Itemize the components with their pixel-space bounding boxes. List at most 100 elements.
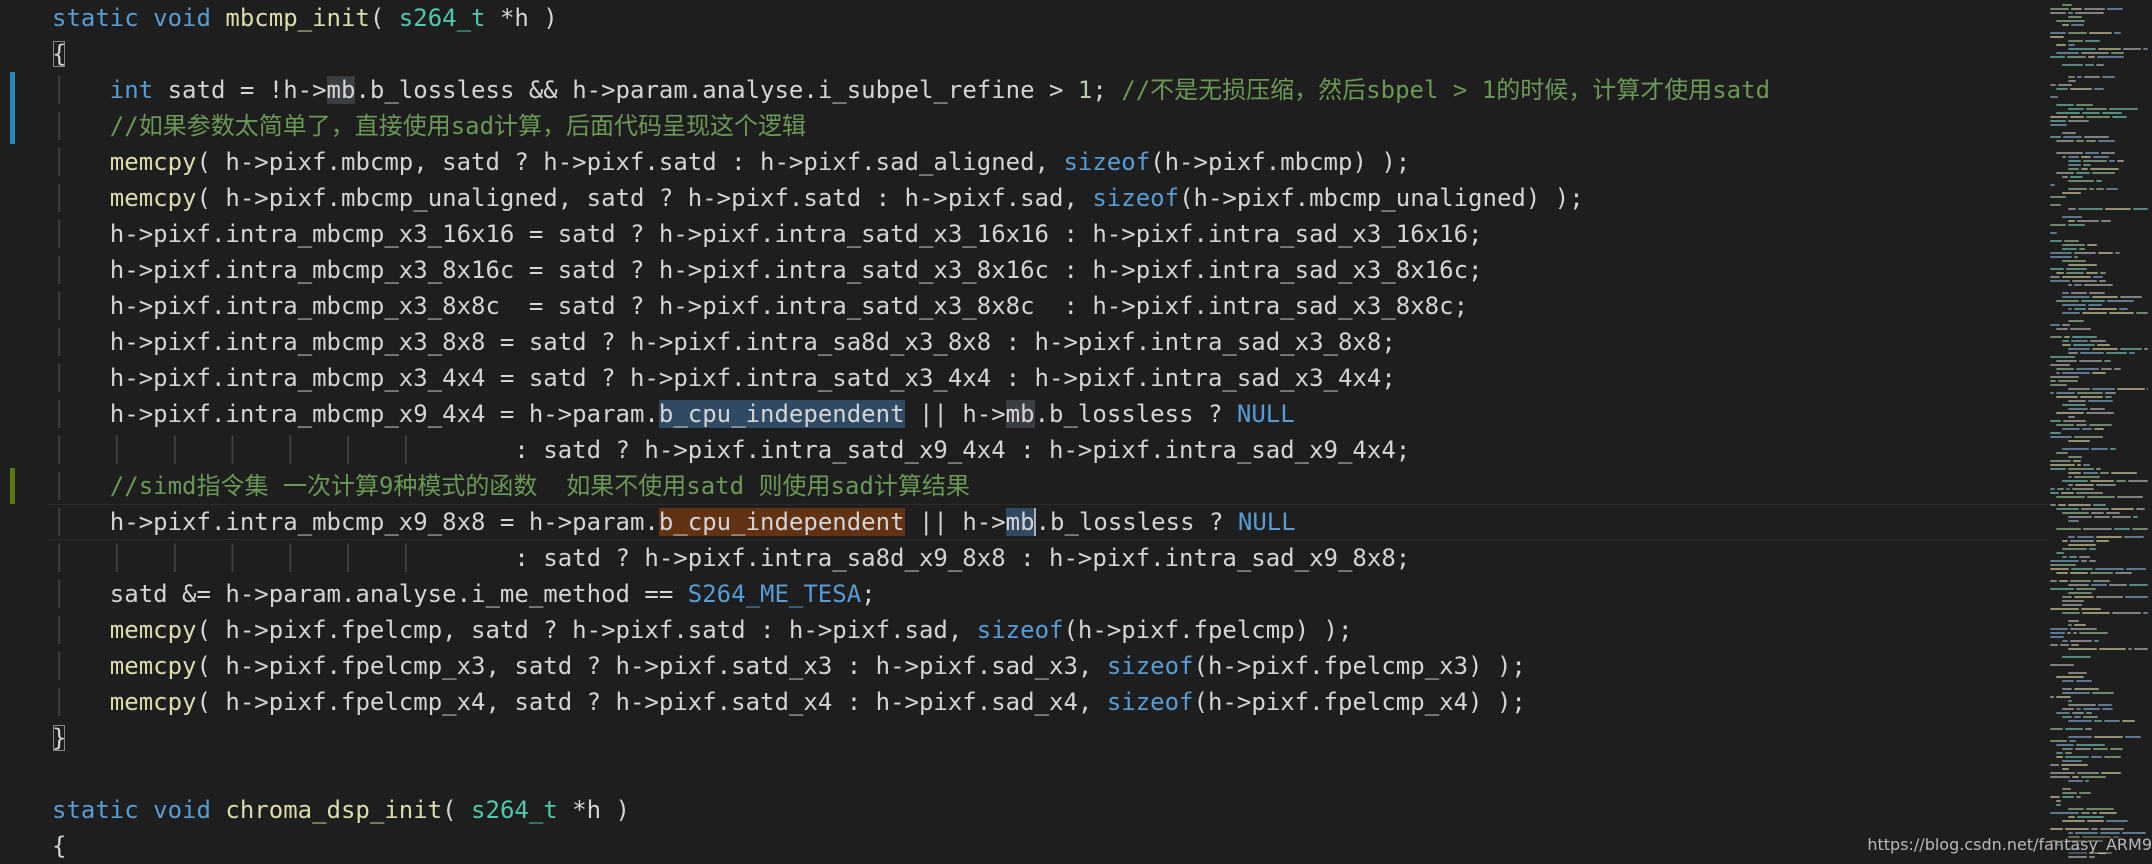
minimap-line <box>2050 124 2067 126</box>
minimap-line <box>2087 820 2104 822</box>
minimap-line <box>2071 644 2079 646</box>
minimap-line <box>2081 156 2091 158</box>
minimap-line <box>2050 36 2064 38</box>
function-name: chroma_dsp_init <box>225 796 443 824</box>
code-line[interactable]: │ │ │ │ │ │ │ : satd ? h->pixf.intra_sa8… <box>52 540 2048 576</box>
code-line[interactable]: │ h->pixf.intra_mbcmp_x3_8x16c = satd ? … <box>52 252 2048 288</box>
minimap-line <box>2072 280 2097 282</box>
keyword: sizeof <box>1092 184 1180 212</box>
minimap-line <box>2068 624 2072 626</box>
minimap-line <box>2079 556 2090 558</box>
code-line[interactable]: │ │ │ │ │ │ │ : satd ? h->pixf.intra_sat… <box>52 432 2048 468</box>
minimap-line <box>2062 260 2086 262</box>
minimap-line <box>2067 56 2086 58</box>
minimap-line <box>2109 108 2138 110</box>
minimap-line <box>2068 504 2091 506</box>
code-line[interactable]: │ satd &= h->param.analyse.i_me_method =… <box>52 576 2048 612</box>
code-line[interactable]: │ h->pixf.intra_mbcmp_x3_8x8c = satd ? h… <box>52 288 2048 324</box>
minimap-line <box>2075 832 2098 834</box>
minimap-line <box>2062 796 2074 798</box>
minimap-line <box>2050 828 2063 830</box>
minimap-line <box>2068 80 2076 82</box>
minimap-line <box>2144 348 2148 350</box>
minimap-line <box>2068 484 2073 486</box>
minimap-line <box>2094 736 2123 738</box>
code-line[interactable]: │ memcpy( h->pixf.fpelcmp, satd ? h->pix… <box>52 612 2048 648</box>
minimap-line <box>2050 488 2055 490</box>
code-line[interactable]: { <box>52 36 2048 72</box>
minimap-line <box>2109 584 2127 586</box>
minimap-line <box>2098 48 2121 50</box>
minimap-line <box>2104 756 2121 758</box>
minimap-line <box>2050 356 2075 358</box>
minimap-line <box>2086 272 2098 274</box>
minimap-line <box>2076 680 2092 682</box>
minimap-line <box>2077 220 2099 222</box>
code-line[interactable]: { <box>52 828 2048 864</box>
minimap-line <box>2133 516 2138 518</box>
code-line[interactable]: │ h->pixf.intra_mbcmp_x3_8x8 = satd ? h-… <box>52 324 2048 360</box>
code-text: || h-> <box>904 508 1006 536</box>
minimap-line <box>2062 296 2090 298</box>
code-line[interactable]: │ //simd指令集 一次计算9种模式的函数 如果不使用satd 则使用sad… <box>52 468 2048 504</box>
minimap-line <box>2073 460 2081 462</box>
type-name: s264_t <box>471 796 558 824</box>
word-highlight: mb <box>1005 400 1035 428</box>
minimap-line <box>2083 464 2090 466</box>
minimap-line <box>2050 336 2062 338</box>
minimap-line <box>2106 188 2118 190</box>
minimap-line <box>2091 828 2098 830</box>
minimap-line <box>2050 116 2068 118</box>
minimap-line <box>2059 580 2068 582</box>
minimap-line <box>2062 304 2086 306</box>
minimap-line <box>2076 424 2087 426</box>
minimap-line <box>2074 476 2100 478</box>
code-line-empty[interactable] <box>52 756 2048 792</box>
minimap-line <box>2068 168 2079 170</box>
minimap-line <box>2080 396 2103 398</box>
code-line[interactable]: │ h->pixf.intra_mbcmp_x3_4x4 = satd ? h-… <box>52 360 2048 396</box>
minimap-line <box>2094 516 2110 518</box>
code-line[interactable]: } <box>52 720 2048 756</box>
code-line[interactable]: │ memcpy( h->pixf.mbcmp_unaligned, satd … <box>52 180 2048 216</box>
minimap-line <box>2056 572 2068 574</box>
minimap-line <box>2088 400 2113 402</box>
minimap-line <box>2079 632 2108 634</box>
function-name: memcpy <box>109 616 197 644</box>
minimap-line <box>2068 536 2075 538</box>
code-line[interactable]: │ memcpy( h->pixf.fpelcmp_x4, satd ? h->… <box>52 684 2048 720</box>
minimap-line <box>2091 512 2104 514</box>
cursor-word: mb <box>1005 508 1035 536</box>
minimap-line <box>2050 460 2071 462</box>
minimap-line <box>2094 88 2104 90</box>
code-editor[interactable]: static void mbcmp_init( s264_t *h ) { │ … <box>0 0 2048 864</box>
minimap-line <box>2050 504 2056 506</box>
minimap-line <box>2116 480 2126 482</box>
code-line[interactable]: │ memcpy( h->pixf.fpelcmp_x3, satd ? h->… <box>52 648 2048 684</box>
minimap-line <box>2063 136 2082 138</box>
minimap-line <box>2128 480 2148 482</box>
current-code-line[interactable]: │ h->pixf.intra_mbcmp_x9_8x8 = h->param.… <box>48 504 2048 540</box>
code-line[interactable]: │ int satd = !h->mb.b_lossless && h->par… <box>52 72 2048 108</box>
minimap-line <box>2117 388 2145 390</box>
code-line[interactable]: static void chroma_dsp_init( s264_t *h ) <box>52 792 2048 828</box>
minimap-line <box>2070 572 2088 574</box>
code-text: ( h->pixf.fpelcmp_x4, satd ? h->pixf.sat… <box>196 688 1107 716</box>
code-line[interactable]: │ h->pixf.intra_mbcmp_x9_4x4 = h->param.… <box>52 396 2048 432</box>
matching-brace: { <box>52 40 67 68</box>
code-line[interactable]: │ h->pixf.intra_mbcmp_x3_16x16 = satd ? … <box>52 216 2048 252</box>
minimap-line <box>2082 112 2100 114</box>
code-line[interactable]: │ memcpy( h->pixf.mbcmp, satd ? h->pixf.… <box>52 144 2048 180</box>
minimap-line <box>2115 252 2120 254</box>
minimap-line <box>2050 664 2074 666</box>
code-line[interactable]: │ //如果参数太简单了，直接使用sad计算，后面代码呈现这个逻辑 <box>52 108 2048 144</box>
minimap[interactable] <box>2048 0 2152 864</box>
minimap-line <box>2056 756 2063 758</box>
minimap-line <box>2064 336 2070 338</box>
code-text: satd &= h->param.analyse.i_me_method == <box>109 580 688 608</box>
minimap-line <box>2096 180 2102 182</box>
minimap-line <box>2073 632 2077 634</box>
code-line[interactable]: static void mbcmp_init( s264_t *h ) <box>52 0 2048 36</box>
minimap-line <box>2081 508 2109 510</box>
minimap-line <box>2082 612 2110 614</box>
